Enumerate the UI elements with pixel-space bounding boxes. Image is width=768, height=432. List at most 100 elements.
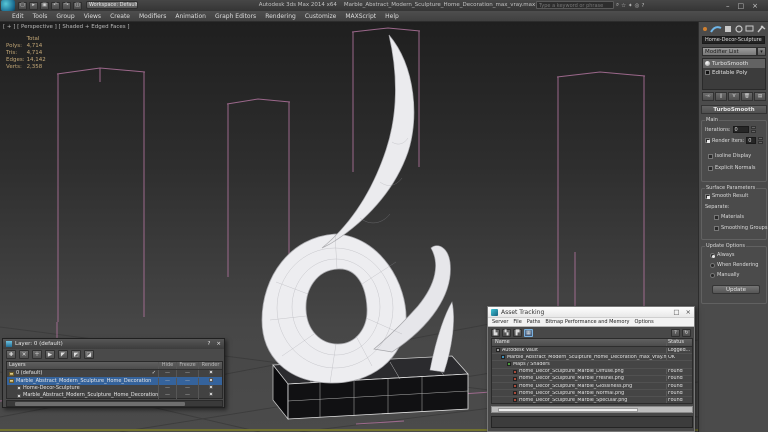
modifier-list-dropdown[interactable]: Modifier List [702,47,757,56]
modifier-stack-item-editable-poly[interactable]: Editable Poly [703,68,765,77]
asset-row-diffuse[interactable]: Home_Decor_Sculpture_Marble_Diffuse.png … [492,369,692,376]
redo-icon[interactable]: ↷ [62,1,71,10]
undo-icon[interactable]: ↶ [51,1,60,10]
new-scene-icon[interactable]: ▢ [18,1,27,10]
app-logo-icon[interactable] [1,0,15,11]
asset-dialog-titlebar[interactable]: Asset Tracking □ × [488,307,694,318]
remove-modifier-icon[interactable]: 🗑 [741,92,753,101]
set-current-layer-icon[interactable]: ◤ [58,350,68,359]
close-button[interactable]: × [752,2,758,10]
select-objects-in-layer-icon[interactable]: ▶ [45,350,55,359]
command-panel-tabs[interactable] [701,23,767,35]
layer-list-header[interactable]: Layers Hide Freeze Render [7,362,222,370]
render-iters-spinner[interactable]: 0 [746,137,757,144]
menu-animation[interactable]: Animation [175,13,206,20]
create-new-layer-icon[interactable]: ✚ [6,350,16,359]
layer-row-home-decor-object[interactable]: Home-Decor-Sculpture — — [7,384,222,392]
scrollbar-thumb[interactable] [15,402,185,406]
layer-row-marble-object[interactable]: Marble_Abstract_Modern_Sculpture_Home_De… [7,392,222,400]
layer-row-marble-selected[interactable]: Marble_Abstract_Modern_Sculpture_Home_De… [7,377,222,385]
sculpture-mesh[interactable] [261,34,454,384]
menu-help[interactable]: Help [385,13,399,20]
add-selection-to-layer-icon[interactable]: ＋ [32,350,42,359]
menu-maxscript[interactable]: MAXScript [345,13,376,20]
hide-freeze-icon[interactable]: ◪ [84,350,94,359]
scrollbar-thumb[interactable] [498,408,638,412]
modifier-list-arrow-icon[interactable]: ▾ [757,47,766,56]
menu-graph-editors[interactable]: Graph Editors [215,13,256,20]
workspace-selector[interactable]: Workspace: Default [86,1,138,9]
layer-row-default[interactable]: 0 (default) ✓ — — [7,370,222,378]
isoline-display-checkbox[interactable] [708,153,713,159]
asset-row-max-file[interactable]: Marble_Abstract_Modern_Sculpture_Home_De… [492,354,692,362]
iterations-spinner[interactable]: 0 [732,126,749,133]
maximize-button[interactable]: □ [738,2,745,10]
save-file-icon[interactable]: ▣ [40,1,49,10]
asset-row-specular[interactable]: Home_Decor_Sculpture_Marble_Specular.png… [492,397,692,403]
menu-modifiers[interactable]: Modifiers [139,13,166,20]
menu-views[interactable]: Views [84,13,101,20]
asset-menu-file[interactable]: File [513,319,521,325]
pin-stack-icon[interactable]: -∞ [702,92,714,101]
modifier-stack-item-turbosmooth[interactable]: TurboSmooth [703,59,765,68]
asset-row-normal[interactable]: Home_Decor_Sculpture_Marble_Normal.png F… [492,390,692,398]
layer-help-button[interactable]: ? [207,341,210,347]
layer-close-button[interactable]: × [216,341,221,347]
minimize-button[interactable]: – [726,2,730,10]
sign-in-icon[interactable]: ☆ [621,3,626,9]
highlight-layer-icon[interactable]: ◩ [71,350,81,359]
make-unique-icon[interactable]: ∀ [728,92,740,101]
asset-row-glossiness[interactable]: Home_Decor_Sculpture_Marble_Glossiness.p… [492,383,692,391]
show-end-result-icon[interactable]: ‖ [715,92,727,101]
asset-menu-bitmap-performance[interactable]: Bitmap Performance and Memory [545,319,629,325]
asset-row-vault[interactable]: Autodesk Vault Logged... [492,347,692,355]
viewport-label[interactable]: [ + ] [ Perspective ] [ Shaded + Edged F… [3,24,130,30]
update-button[interactable]: Update [712,285,760,294]
modifier-enable-bulb-icon[interactable] [705,61,710,66]
asset-browse-icon[interactable]: ▛ [513,328,522,337]
menu-rendering[interactable]: Rendering [265,13,296,20]
menu-customize[interactable]: Customize [305,13,337,20]
asset-menu-paths[interactable]: Paths [527,319,541,325]
asset-tree-view-icon[interactable]: ▦ [524,328,533,337]
asset-help-icon[interactable]: ? [671,328,680,337]
delete-layer-icon[interactable]: ✕ [19,350,29,359]
open-file-icon[interactable]: ▸ [29,1,38,10]
render-iters-checkbox[interactable] [705,138,710,143]
vault-refresh-icon[interactable]: ▚ [502,328,511,337]
update-always-radio[interactable] [710,252,715,258]
explicit-normals-checkbox[interactable] [708,165,713,171]
turbosmooth-rollout-header[interactable]: TurboSmooth [701,105,767,114]
update-when-rendering-radio[interactable] [710,262,715,268]
asset-row-fresnel[interactable]: Home_Decor_Sculpture_Marble_Fresnel.png … [492,376,692,383]
help-icon[interactable]: ? [641,3,644,9]
update-manually-radio[interactable] [710,272,715,278]
iterations-spinner-arrows[interactable] [750,126,756,133]
materials-checkbox[interactable] [714,214,719,220]
configure-modifier-sets-icon[interactable]: ▤ [754,92,766,101]
exchange-apps-icon[interactable]: ✦ [628,3,633,9]
asset-maximize-button[interactable]: □ [673,308,679,316]
object-name-field[interactable]: Home-Decor-Sculpture [702,36,765,44]
asset-menu-options[interactable]: Options [634,319,653,325]
project-folder-icon[interactable]: ◫ [73,1,82,10]
asset-close-button[interactable]: × [686,308,691,316]
refresh-status-icon[interactable]: ↻ [682,328,691,337]
menu-group[interactable]: Group [56,13,74,20]
asset-menu-server[interactable]: Server [492,319,508,325]
render-iters-spinner-arrows[interactable] [758,137,764,144]
smooth-result-checkbox[interactable] [705,193,710,199]
asset-row-maps-shaders[interactable]: Maps / Shaders [492,361,692,369]
communication-center-icon[interactable]: ◎ [635,3,640,9]
layer-dialog-titlebar[interactable]: Layer: 0 (default) ? × [3,339,224,349]
asset-table-header[interactable]: Name Status [492,339,692,347]
search-icon[interactable]: ⌕ [616,2,619,9]
vault-login-icon[interactable]: ▙ [491,328,500,337]
smoothing-groups-checkbox[interactable] [714,225,719,231]
menu-tools[interactable]: Tools [33,13,48,20]
menu-edit[interactable]: Edit [12,13,24,20]
search-input[interactable] [537,3,613,9]
asset-horizontal-scrollbar[interactable] [491,406,693,413]
menu-create[interactable]: Create [110,13,130,20]
layer-horizontal-scrollbar[interactable] [6,400,223,407]
